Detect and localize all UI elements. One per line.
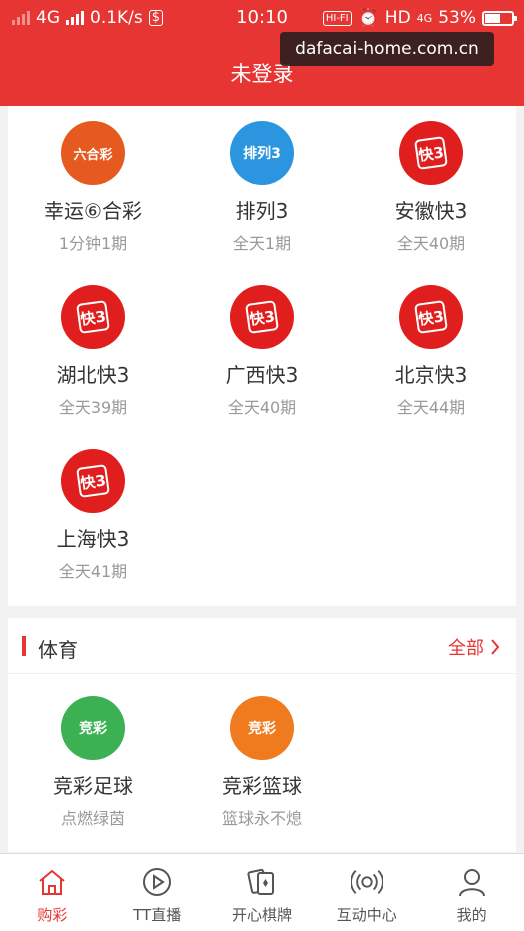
section-title: 体育 bbox=[38, 638, 78, 662]
tab-label: TT直播 bbox=[133, 906, 182, 924]
kuai3-logo-icon: 快3 bbox=[61, 285, 125, 349]
cards-icon bbox=[246, 866, 278, 898]
lottery-name: 排列3 bbox=[235, 199, 289, 223]
lottery-item-guangxi-k3[interactable]: 快3 广西快3 全天40期 bbox=[177, 270, 347, 430]
lottery-item-shanghai-k3[interactable]: 快3 上海快3 全天41期 bbox=[8, 434, 178, 594]
lottery-name: 广西快3 bbox=[225, 363, 299, 387]
lottery-schedule: 全天1期 bbox=[232, 234, 292, 253]
lottery-item-hubei-k3[interactable]: 快3 湖北快3 全天39期 bbox=[8, 270, 178, 430]
tab-label: 我的 bbox=[456, 906, 487, 924]
football-logo-icon: 竞彩 bbox=[61, 696, 125, 760]
lottery-name: 安徽快3 bbox=[394, 199, 468, 223]
lottery-name: 幸运⑥合彩 bbox=[44, 199, 142, 223]
tab-label: 互动中心 bbox=[336, 906, 397, 924]
status-bar: 4G 0.1K/s $ 10:10 HI-FI ⏰ HD 4G 53% bbox=[0, 0, 524, 36]
broadcast-icon bbox=[350, 866, 383, 898]
lottery-item-beijing-k3[interactable]: 快3 北京快3 全天44期 bbox=[346, 270, 516, 430]
kuai3-logo-icon: 快3 bbox=[61, 449, 125, 513]
lottery-grid: 六合彩 幸运⑥合彩 1分钟1期 排列3 排列3 全天1期 快3 安徽快3 全天4… bbox=[8, 106, 516, 606]
sports-slogan: 点燃绿茵 bbox=[60, 809, 125, 828]
basketball-logo-icon: 竞彩 bbox=[230, 696, 294, 760]
alarm-icon: ⏰ bbox=[357, 8, 379, 28]
kuai3-logo-icon: 快3 bbox=[399, 121, 463, 185]
kuai3-logo-icon: 快3 bbox=[399, 285, 463, 349]
tab-label: 开心棋牌 bbox=[231, 906, 292, 924]
lottery-schedule: 全天41期 bbox=[58, 562, 128, 581]
battery-icon bbox=[482, 10, 517, 26]
tab-tt-live[interactable]: TT直播 bbox=[105, 854, 210, 931]
lottery-name: 北京快3 bbox=[394, 363, 468, 387]
sports-name: 竞彩足球 bbox=[53, 774, 133, 798]
sports-header: 体育 全部 bbox=[8, 618, 516, 674]
bottom-tab-bar: 购彩 TT直播 开心棋牌 互动中心 我的 bbox=[0, 853, 524, 931]
lottery-name: 上海快3 bbox=[56, 527, 130, 551]
lottery-schedule: 1分钟1期 bbox=[58, 234, 128, 253]
liuhecai-logo-icon: 六合彩 bbox=[61, 121, 125, 185]
home-icon bbox=[36, 866, 68, 898]
lottery-schedule: 全天39期 bbox=[58, 398, 128, 417]
kuai3-logo-icon: 快3 bbox=[230, 285, 294, 349]
hifi-badge: HI-FI bbox=[322, 10, 352, 26]
lottery-schedule: 全天44期 bbox=[396, 398, 466, 417]
view-all-link[interactable]: 全部 bbox=[448, 634, 500, 660]
network-type-2: 4G bbox=[416, 11, 433, 25]
tab-interaction-center[interactable]: 互动中心 bbox=[314, 854, 419, 931]
chevron-right-icon bbox=[491, 639, 500, 655]
sports-item-football[interactable]: 竞彩 竞彩足球 点燃绿茵 bbox=[8, 674, 178, 834]
lottery-name: 湖北快3 bbox=[56, 363, 130, 387]
lottery-item-liuhecai[interactable]: 六合彩 幸运⑥合彩 1分钟1期 bbox=[8, 106, 178, 266]
hd-label: HD bbox=[384, 8, 411, 28]
section-accent-bar bbox=[22, 636, 26, 656]
lottery-schedule: 全天40期 bbox=[227, 398, 297, 417]
watermark: dafacai-home.com.cn bbox=[280, 32, 494, 66]
sports-name: 竞彩篮球 bbox=[222, 774, 302, 798]
pailie3-logo-icon: 排列3 bbox=[230, 121, 294, 185]
lottery-item-pailie3[interactable]: 排列3 排列3 全天1期 bbox=[177, 106, 347, 266]
lottery-schedule: 全天40期 bbox=[396, 234, 466, 253]
tab-mine[interactable]: 我的 bbox=[419, 854, 524, 931]
sports-slogan: 篮球永不熄 bbox=[221, 809, 302, 828]
user-icon bbox=[456, 866, 488, 898]
play-icon bbox=[141, 866, 173, 898]
sports-section: 体育 全部 竞彩 竞彩足球 点燃绿茵 竞彩 竞彩篮球 篮球永不熄 bbox=[8, 618, 516, 852]
tab-chess-cards[interactable]: 开心棋牌 bbox=[210, 854, 315, 931]
tab-label: 购彩 bbox=[37, 906, 68, 924]
battery-level: 53% bbox=[438, 8, 476, 28]
tab-buy-lottery[interactable]: 购彩 bbox=[0, 854, 105, 931]
sports-item-basketball[interactable]: 竞彩 竞彩篮球 篮球永不熄 bbox=[177, 674, 347, 834]
lottery-item-anhui-k3[interactable]: 快3 安徽快3 全天40期 bbox=[346, 106, 516, 266]
